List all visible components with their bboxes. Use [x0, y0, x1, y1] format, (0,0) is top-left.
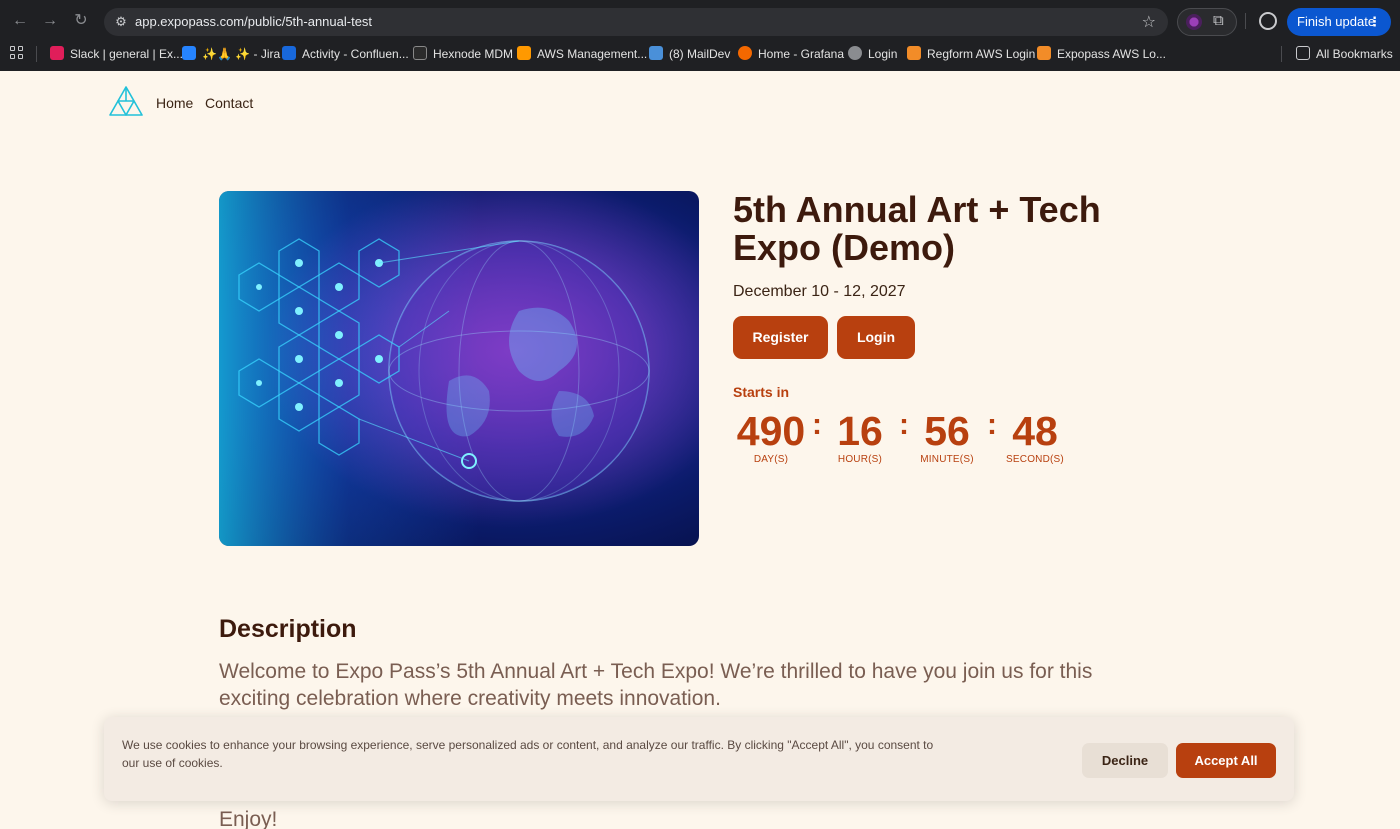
aws-cube-icon — [1037, 46, 1051, 60]
countdown-value: 56 — [924, 408, 970, 454]
site-settings-icon[interactable]: ⚙ — [112, 13, 130, 31]
kebab-menu-icon[interactable]: ⋮ — [1368, 8, 1381, 36]
bookmark-item[interactable]: Expopass AWS Lo... — [1037, 45, 1166, 63]
nav-home-link[interactable]: Home — [156, 95, 193, 111]
nav-contact-link[interactable]: Contact — [205, 95, 253, 111]
countdown-value: 48 — [1012, 408, 1058, 454]
bookmarks-bar: Slack | general | Ex... ✨🙏 ✨ - Jira Acti… — [0, 42, 1400, 64]
aws-cube-icon — [907, 46, 921, 60]
hexnode-icon — [413, 46, 427, 60]
cookie-banner-text: We use cookies to enhance your browsing … — [122, 738, 934, 770]
bookmark-star-icon[interactable]: ☆ — [1142, 12, 1156, 32]
globe-icon — [848, 46, 862, 60]
folder-icon — [1296, 46, 1310, 60]
bookmark-item[interactable]: Activity - Confluen... — [282, 45, 409, 63]
all-bookmarks[interactable]: All Bookmarks — [1296, 45, 1393, 63]
countdown-value: 16 — [837, 408, 883, 454]
bookmark-item[interactable]: AWS Management... — [517, 45, 647, 63]
browser-chrome: ← → ↻ ⚙ app.expopass.com/public/5th-annu… — [0, 0, 1400, 71]
bookmark-item[interactable]: Home - Grafana — [738, 45, 844, 63]
countdown-unit: MINUTE(S) — [920, 454, 974, 465]
bookmark-item[interactable]: (8) MailDev — [649, 45, 730, 63]
finish-update-button[interactable]: Finish update ⋮ — [1287, 8, 1391, 36]
description-closing: Enjoy! — [219, 808, 278, 829]
countdown-value: 490 — [736, 408, 806, 454]
grafana-icon — [738, 46, 752, 60]
puzzle-icon[interactable]: ⧉ — [1213, 12, 1224, 29]
address-bar[interactable]: ⚙ app.expopass.com/public/5th-annual-tes… — [104, 8, 1168, 36]
expopass-logo-icon[interactable] — [109, 86, 143, 116]
extension-icon[interactable] — [1186, 14, 1202, 30]
back-icon[interactable]: ← — [10, 11, 30, 31]
register-button[interactable]: Register — [733, 316, 828, 359]
bookmark-item[interactable]: Hexnode MDM — [413, 45, 513, 63]
event-title: 5th Annual Art + Tech Expo (Demo) — [733, 189, 1101, 268]
countdown-unit: SECOND(S) — [1006, 454, 1064, 465]
slack-icon — [50, 46, 64, 60]
countdown-minutes: 56 MINUTE(S) — [907, 408, 987, 465]
browser-toolbar: ← → ↻ ⚙ app.expopass.com/public/5th-annu… — [0, 0, 1400, 42]
bookmark-item[interactable]: Slack | general | Ex... — [50, 45, 183, 63]
decline-cookies-button[interactable]: Decline — [1082, 743, 1168, 778]
web-page: Home Contact 5th Annual Art + Tech Expo … — [0, 71, 1400, 829]
login-button[interactable]: Login — [837, 316, 915, 359]
description-text: Welcome to Expo Pass’s 5th Annual Art + … — [219, 660, 1093, 710]
bookmark-item[interactable]: ✨🙏 ✨ - Jira — [182, 45, 280, 63]
profile-icon[interactable] — [1259, 12, 1277, 30]
countdown-hours: 16 HOUR(S) — [820, 408, 900, 465]
aws-icon — [517, 46, 531, 60]
toolbar-divider — [1245, 13, 1246, 29]
countdown-unit: HOUR(S) — [837, 454, 883, 465]
bookmarks-divider — [1281, 46, 1282, 62]
digital-globe-illustration — [219, 191, 699, 546]
reload-icon[interactable]: ↻ — [71, 11, 91, 31]
url-path: /public/5th-annual-test — [244, 14, 373, 29]
description-heading: Description — [219, 615, 357, 643]
forward-icon[interactable]: → — [40, 11, 60, 31]
starts-in-label: Starts in — [733, 384, 790, 400]
finish-update-label: Finish update — [1297, 14, 1376, 29]
countdown-seconds: 48 SECOND(S) — [995, 408, 1075, 465]
countdown-days: 490 DAY(S) — [731, 408, 811, 465]
bookmark-item[interactable]: Regform AWS Login — [907, 45, 1035, 63]
extensions-area: ⧉ — [1177, 8, 1237, 36]
cookie-banner: We use cookies to enhance your browsing … — [104, 717, 1294, 801]
bookmark-item[interactable]: Login — [848, 45, 897, 63]
countdown-unit: DAY(S) — [753, 454, 789, 465]
confluence-icon — [282, 46, 296, 60]
jira-icon — [182, 46, 196, 60]
event-dates: December 10 - 12, 2027 — [733, 283, 906, 300]
mail-icon — [649, 46, 663, 60]
event-hero-image — [219, 191, 699, 546]
url-host: app.expopass.com — [135, 14, 245, 29]
accept-all-cookies-button[interactable]: Accept All — [1176, 743, 1276, 778]
url-text[interactable]: app.expopass.com/public/5th-annual-test — [135, 14, 372, 29]
